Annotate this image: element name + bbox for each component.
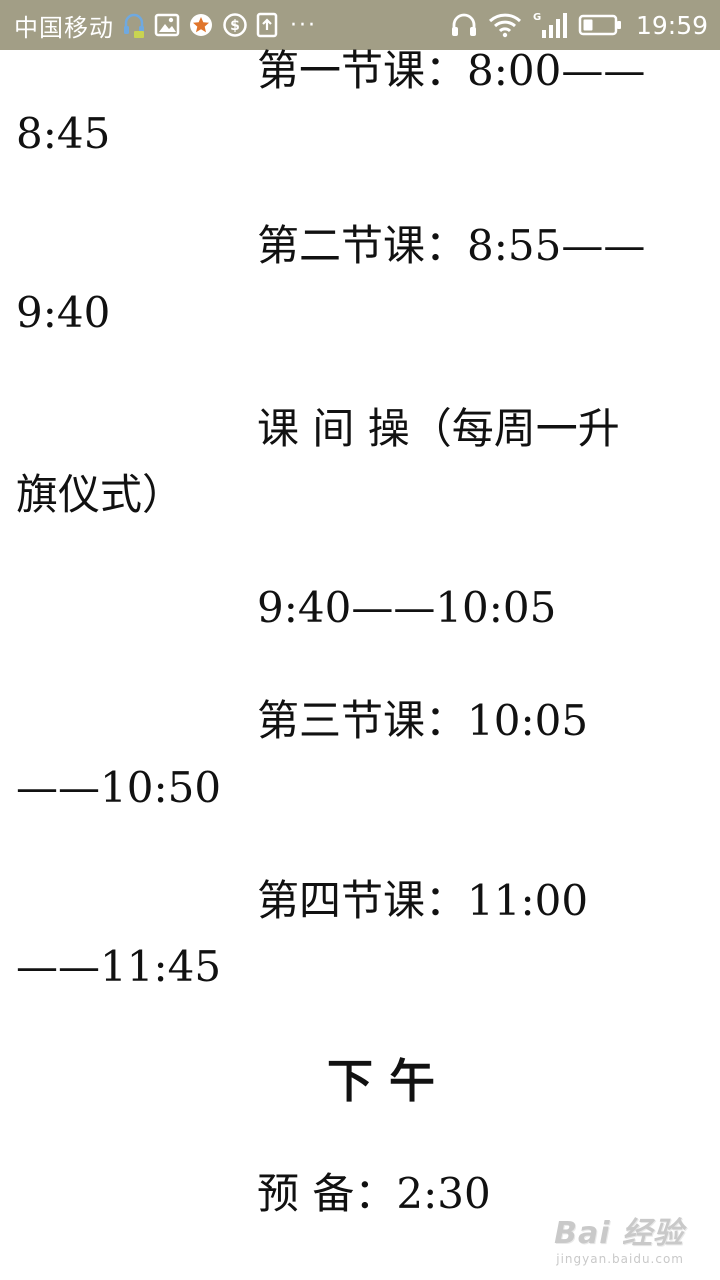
period-4-end: ——11:45 bbox=[16, 942, 222, 991]
prep-line: 预 备：2:30 bbox=[257, 1169, 491, 1218]
afternoon-heading: 下 午 bbox=[327, 1054, 436, 1108]
period-4-line: 第四节课：11:00 bbox=[257, 876, 589, 925]
exercise-line-continued: 旗仪式） bbox=[16, 470, 185, 519]
exercise-time: 9:40——10:05 bbox=[257, 583, 557, 632]
period-2-end: 9:40 bbox=[16, 288, 111, 337]
period-3-line: 第三节课：10:05 bbox=[257, 696, 589, 745]
exercise-line: 课 间 操（每周一升 bbox=[257, 404, 620, 453]
period-1-line: 第一节课：8:00—— bbox=[257, 46, 646, 95]
baidu-jingyan-watermark: Bai 经验 jingyan.baidu.com bbox=[554, 1208, 684, 1266]
period-2-line: 第二节课：8:55—— bbox=[257, 221, 646, 270]
schedule-document: 第一节课：8:00—— 8:45 第二节课：8:55—— 9:40 课 间 操（… bbox=[0, 0, 720, 1280]
period-3-end: ——10:50 bbox=[16, 763, 222, 812]
watermark-logo: Bai 经验 bbox=[554, 1216, 684, 1251]
watermark-url: jingyan.baidu.com bbox=[556, 1252, 684, 1266]
period-1-end: 8:45 bbox=[16, 109, 111, 158]
